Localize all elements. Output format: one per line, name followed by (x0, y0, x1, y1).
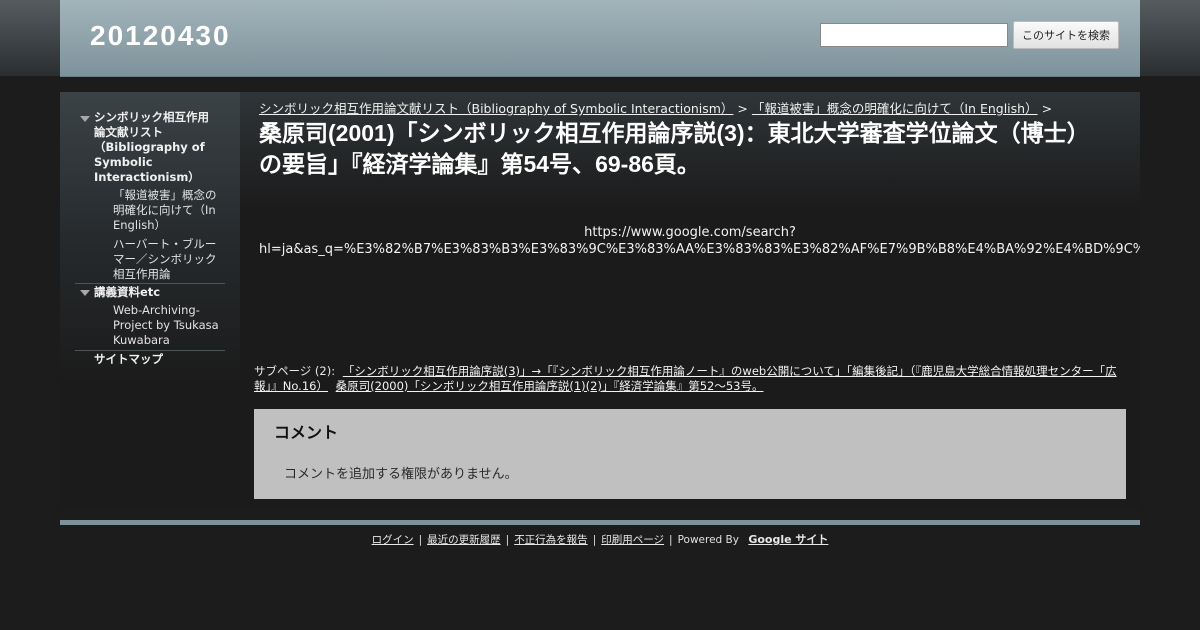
search-input[interactable] (820, 23, 1008, 47)
google-sites-link[interactable]: Google サイト (748, 533, 828, 546)
footer-link-recent-changes[interactable]: 最近の更新履歴 (427, 534, 501, 546)
sidebar-item-lecture-materials[interactable]: 講義資料etc (94, 285, 224, 300)
search-button[interactable]: このサイトを検索 (1013, 21, 1119, 49)
comments-section: コメント コメントを追加する権限がありません。 (254, 409, 1126, 499)
comments-title: コメント (274, 423, 339, 442)
main-content: シンボリック相互作用論文献リスト（Bibliography of Symboli… (240, 92, 1140, 508)
subpages-label: サブページ (2): (254, 364, 336, 378)
site-header: 20120430 このサイトを検索 (60, 0, 1140, 77)
sidebar-item-sitemap[interactable]: サイトマップ (94, 352, 224, 367)
content-container: シンボリック相互作用論文献リスト（Bibliography of Symboli… (60, 92, 1140, 508)
footer-divider-bar (60, 520, 1140, 525)
breadcrumb-separator: > (1041, 101, 1053, 116)
divider (75, 350, 225, 351)
breadcrumb: シンボリック相互作用論文献リスト（Bibliography of Symboli… (259, 98, 1052, 117)
embedded-url-text: https://www.google.com/search? hl=ja&as_… (259, 224, 1140, 258)
expand-triangle-icon[interactable] (80, 116, 90, 122)
footer-link-print-page[interactable]: 印刷用ページ (601, 534, 664, 546)
site-footer: ログイン | 最近の更新履歴 | 不正行為を報告 | 印刷用ページ | Powered By G… (371, 533, 829, 546)
subpage-link[interactable]: 桑原司(2000)「シンボリック相互作用論序説(1)(2)」『経済学論集』第52… (336, 379, 764, 393)
url-line: https://www.google.com/search? (584, 225, 796, 240)
divider (75, 283, 225, 284)
footer-link-login[interactable]: ログイン (372, 534, 414, 546)
footer-link-report-abuse[interactable]: 不正行為を報告 (514, 534, 588, 546)
subpages-list: サブページ (2): 「シンボリック相互作用論序説(3)」→「『シンボリック相互… (254, 364, 1129, 394)
sidebar-nav: シンボリック相互作用論文献リスト（Bibliography of Symboli… (60, 92, 240, 508)
breadcrumb-link[interactable]: 「報道被害」概念の明確化に向けて（In English） (752, 101, 1038, 116)
powered-by-label: Powered By (677, 534, 739, 546)
sidebar-item-symbolic-bibliography[interactable]: シンボリック相互作用論文献リスト（Bibliography of Symboli… (94, 110, 219, 185)
sidebar-item-web-archiving[interactable]: Web-Archiving-Project by Tsukasa Kuwabar… (113, 303, 225, 348)
breadcrumb-link[interactable]: シンボリック相互作用論文献リスト（Bibliography of Symboli… (259, 101, 733, 116)
expand-triangle-icon[interactable] (80, 290, 90, 296)
sidebar-item-media-harm[interactable]: 「報道被害」概念の明確化に向けて（In English） (113, 188, 225, 233)
sidebar-item-blumer[interactable]: ハーバート・ブルーマー／シンボリック相互作用論 (113, 237, 225, 282)
url-line: hl=ja&as_q=%E3%82%B7%E3%83%B3%E3%83%9C%E… (259, 242, 1140, 257)
site-title[interactable]: 20120430 (90, 20, 231, 52)
breadcrumb-separator: > (737, 101, 748, 116)
page-title: 桑原司(2001)「シンボリック相互作用論序説(3)：東北大学審査学位論文（博士… (259, 120, 1090, 177)
comments-permission-message: コメントを追加する権限がありません。 (284, 467, 518, 482)
